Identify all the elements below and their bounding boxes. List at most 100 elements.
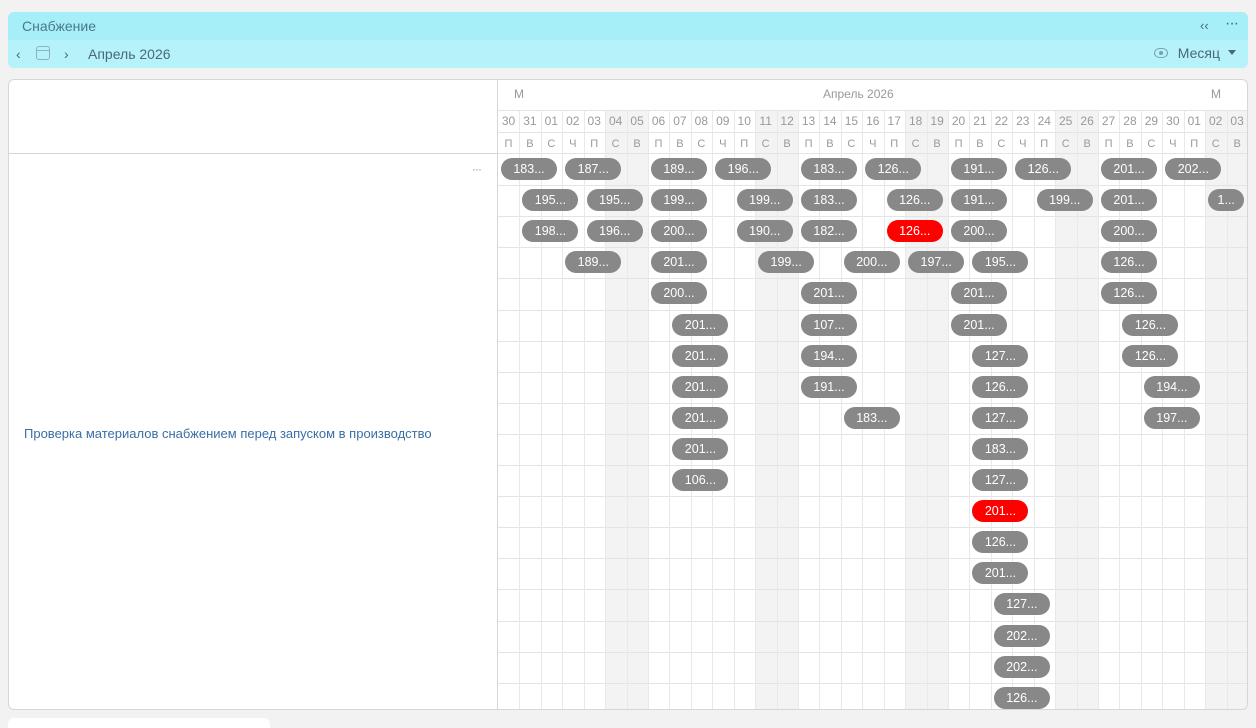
day-number: 31 bbox=[523, 114, 537, 128]
task-chip[interactable]: 201... bbox=[951, 282, 1008, 305]
task-chip[interactable]: 199... bbox=[651, 189, 707, 212]
task-chip[interactable]: 195... bbox=[972, 251, 1029, 274]
bottom-tab[interactable] bbox=[8, 718, 270, 728]
weekday-label: Ч bbox=[869, 138, 877, 150]
task-chip[interactable]: 183... bbox=[801, 189, 858, 212]
task-chip[interactable]: 200... bbox=[651, 220, 707, 243]
weekday-label: П bbox=[654, 138, 663, 150]
day-column-divider bbox=[1033, 110, 1035, 709]
day-number: 30 bbox=[1166, 114, 1180, 128]
header-divider bbox=[498, 153, 1247, 154]
task-chip[interactable]: 126... bbox=[1101, 282, 1158, 305]
task-chip[interactable]: 198... bbox=[522, 220, 579, 243]
task-chip[interactable]: 126... bbox=[1101, 251, 1158, 274]
weekday-label: П bbox=[590, 138, 599, 150]
month-label-next: М bbox=[1211, 87, 1221, 101]
task-chip[interactable]: 200... bbox=[651, 282, 707, 305]
task-chip[interactable]: 127... bbox=[972, 406, 1029, 429]
weekday-label: С bbox=[547, 138, 556, 150]
task-chip[interactable]: 191... bbox=[951, 189, 1008, 212]
task-chip[interactable]: 126... bbox=[886, 220, 943, 243]
chevron-right-icon[interactable]: › bbox=[64, 46, 69, 62]
task-chip[interactable]: 126... bbox=[1015, 158, 1072, 180]
day-number: 01 bbox=[544, 114, 559, 128]
day-column-divider bbox=[798, 110, 800, 709]
task-chip[interactable]: 126... bbox=[1122, 344, 1179, 367]
row-label[interactable]: Проверка материалов снабжением перед зап… bbox=[24, 426, 432, 441]
task-chip[interactable]: 195... bbox=[586, 189, 643, 212]
eye-icon[interactable] bbox=[1154, 48, 1168, 58]
task-chip[interactable]: 127... bbox=[972, 469, 1029, 491]
task-chip[interactable]: 201... bbox=[672, 313, 729, 336]
task-chip[interactable]: 126... bbox=[1122, 313, 1179, 336]
task-chip[interactable]: 201... bbox=[972, 562, 1029, 585]
more-horizontal-icon[interactable]: ··· bbox=[1225, 15, 1239, 33]
task-chip[interactable]: 201... bbox=[651, 251, 707, 274]
task-chip[interactable]: 196... bbox=[715, 158, 772, 180]
day-number: 21 bbox=[973, 114, 987, 128]
task-chip[interactable]: 126... bbox=[865, 158, 922, 180]
task-chip[interactable]: 194... bbox=[801, 344, 858, 367]
task-chip[interactable]: 183... bbox=[801, 158, 858, 180]
task-chip[interactable]: 201... bbox=[951, 313, 1008, 336]
month-label-current: Апрель 2026 bbox=[823, 87, 894, 101]
chevron-left-icon[interactable]: ‹ bbox=[16, 46, 21, 62]
task-chip[interactable]: 201... bbox=[672, 437, 729, 460]
view-mode-select[interactable]: Месяц bbox=[1178, 45, 1220, 61]
weekday-label: С bbox=[847, 138, 856, 150]
caret-down-icon[interactable] bbox=[1228, 50, 1236, 55]
day-number: 24 bbox=[1037, 114, 1051, 128]
task-chip[interactable]: 126... bbox=[972, 531, 1029, 554]
task-chip[interactable]: 191... bbox=[801, 375, 858, 398]
task-chip[interactable]: 126... bbox=[886, 189, 943, 212]
task-chip[interactable]: 201... bbox=[672, 344, 729, 367]
collapse-left-icon[interactable]: ‹‹ bbox=[1200, 19, 1214, 33]
day-column-divider bbox=[948, 110, 950, 709]
task-chip[interactable]: 199... bbox=[736, 189, 793, 212]
task-chip[interactable]: 189... bbox=[651, 158, 707, 180]
task-chip[interactable]: 194... bbox=[1143, 375, 1200, 398]
task-chip[interactable]: 191... bbox=[951, 158, 1008, 180]
task-chip[interactable]: 127... bbox=[972, 344, 1029, 367]
row-more-icon[interactable]: ··· bbox=[472, 162, 482, 176]
task-chip[interactable]: 201... bbox=[801, 282, 858, 305]
task-chip[interactable]: 183... bbox=[843, 406, 900, 429]
task-chip[interactable]: 106... bbox=[672, 469, 729, 491]
task-chip[interactable]: 200... bbox=[951, 220, 1008, 243]
task-chip[interactable]: 197... bbox=[1143, 406, 1200, 429]
task-chip[interactable]: 201... bbox=[1101, 158, 1158, 180]
day-number: 25 bbox=[1058, 114, 1073, 128]
calendar-icon[interactable] bbox=[36, 46, 50, 60]
task-chip[interactable]: 200... bbox=[843, 251, 900, 274]
task-chip[interactable]: 190... bbox=[736, 220, 793, 243]
task-chip[interactable]: 196... bbox=[586, 220, 643, 243]
task-chip[interactable]: 201... bbox=[672, 406, 729, 429]
task-chip[interactable]: 199... bbox=[758, 251, 815, 274]
task-chip[interactable]: 182... bbox=[801, 220, 858, 243]
task-chip[interactable]: 127... bbox=[993, 593, 1050, 616]
task-chip[interactable]: 195... bbox=[522, 189, 579, 212]
task-chip[interactable]: 183... bbox=[501, 158, 557, 180]
task-chip[interactable]: 126... bbox=[972, 375, 1029, 398]
task-chip[interactable]: 126... bbox=[993, 686, 1050, 709]
task-chip[interactable]: 202... bbox=[1165, 158, 1222, 180]
task-chip[interactable]: 1... bbox=[1208, 189, 1245, 212]
weekday-label: С bbox=[1061, 138, 1070, 150]
task-chip[interactable]: 202... bbox=[993, 655, 1050, 678]
task-chip[interactable]: 187... bbox=[565, 158, 622, 180]
board-title: Снабжение bbox=[22, 18, 96, 34]
task-chip[interactable]: 197... bbox=[908, 251, 965, 274]
task-chip[interactable]: 199... bbox=[1036, 189, 1093, 212]
task-chip[interactable]: 202... bbox=[993, 624, 1050, 647]
weekday-label: П bbox=[740, 138, 749, 150]
task-chip[interactable]: 201... bbox=[672, 375, 729, 398]
task-chip[interactable]: 107... bbox=[801, 313, 858, 336]
task-chip[interactable]: 189... bbox=[565, 251, 622, 274]
row-divider bbox=[498, 496, 1247, 498]
task-chip[interactable]: 200... bbox=[1101, 220, 1158, 243]
task-chip[interactable]: 183... bbox=[972, 437, 1029, 460]
day-number: 16 bbox=[866, 114, 880, 128]
task-chip[interactable]: 201... bbox=[972, 500, 1029, 523]
task-chip[interactable]: 201... bbox=[1101, 189, 1158, 212]
weekday-label: В bbox=[933, 138, 941, 150]
